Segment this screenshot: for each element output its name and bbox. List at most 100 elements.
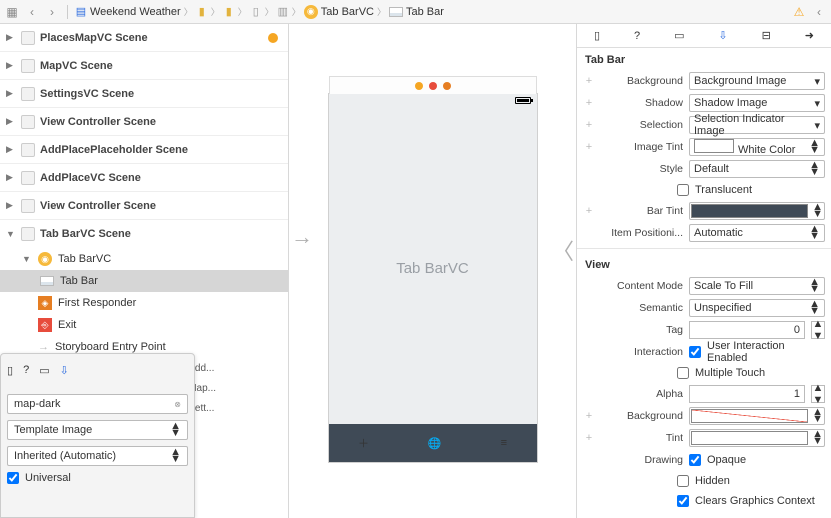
- render-as-select[interactable]: Template Image ▲▼: [7, 420, 188, 440]
- scene-row[interactable]: ▶ MapVC Scene: [0, 52, 288, 80]
- identity-inspector-icon[interactable]: ▭: [674, 29, 684, 42]
- scene-row[interactable]: ▶ AddPlacePlaceholder Scene: [0, 136, 288, 164]
- help-inspector-icon[interactable]: ?: [634, 30, 640, 42]
- opaque-checkbox[interactable]: [689, 454, 701, 466]
- scene-row[interactable]: ▶ AddPlaceVC Scene: [0, 164, 288, 192]
- scene-icon: [21, 115, 35, 129]
- menu-icon[interactable]: ≡: [501, 437, 507, 449]
- scene-icon: [21, 171, 35, 185]
- content-mode-select[interactable]: Scale To Fill ▲▼: [689, 277, 825, 295]
- attributes-inspector-icon[interactable]: ⇩: [718, 29, 727, 42]
- outline-item-tabbar[interactable]: Tab Bar: [0, 270, 288, 292]
- scene-title-bar[interactable]: [329, 76, 537, 94]
- disclosure-icon[interactable]: ▼: [6, 229, 16, 239]
- simulated-device[interactable]: Tab BarVC ＋ 🌐 ≡: [328, 93, 538, 463]
- tint-select[interactable]: ▲▼: [689, 429, 825, 447]
- scene-row-expanded[interactable]: ▼ Tab BarVC Scene: [0, 220, 288, 248]
- scene-row[interactable]: ▶ View Controller Scene: [0, 192, 288, 220]
- stepper[interactable]: ▲▼: [811, 385, 825, 403]
- checkbox[interactable]: [677, 495, 689, 507]
- tabbar-icon: [389, 7, 403, 17]
- add-icon[interactable]: +: [583, 119, 595, 131]
- view-background-select[interactable]: ▲▼: [689, 407, 825, 425]
- size-inspector-icon[interactable]: ⊟: [762, 29, 771, 42]
- file-icon[interactable]: ▯: [7, 364, 13, 377]
- disclosure-icon[interactable]: ▶: [6, 116, 16, 127]
- checkbox[interactable]: [677, 184, 689, 196]
- color-well[interactable]: [691, 409, 808, 423]
- chevron-left-icon[interactable]: ‹: [811, 4, 827, 20]
- dot-icon: [415, 82, 423, 90]
- globe-icon[interactable]: 🌐: [428, 437, 442, 450]
- selection-select[interactable]: Selection Indicator Image ▾: [689, 116, 825, 134]
- disclosure-icon[interactable]: ▶: [6, 88, 16, 99]
- attributes-icon[interactable]: ⇩: [60, 364, 69, 377]
- color-well[interactable]: [694, 139, 734, 153]
- related-items-icon[interactable]: ▦: [4, 4, 20, 20]
- checkbox-label: Clears Graphics Context: [695, 495, 815, 507]
- plus-icon[interactable]: ＋: [358, 435, 369, 451]
- semantic-select[interactable]: Unspecified ▲▼: [689, 299, 825, 317]
- add-icon[interactable]: +: [583, 205, 595, 217]
- shadow-select[interactable]: Shadow Image ▾: [689, 94, 825, 112]
- multiple-touch-checkbox[interactable]: Multiple Touch: [577, 363, 831, 383]
- checkbox[interactable]: [677, 475, 689, 487]
- nav-back-icon[interactable]: ‹: [24, 4, 40, 20]
- imageset-name-field[interactable]: map-dark ⊗: [7, 394, 188, 414]
- tag-input[interactable]: 0: [689, 321, 805, 339]
- color-well[interactable]: [691, 431, 808, 445]
- disclosure-icon[interactable]: ▶: [6, 200, 16, 211]
- add-icon[interactable]: +: [583, 75, 595, 87]
- outline-item-vc[interactable]: ▼ ◉ Tab BarVC: [0, 248, 288, 270]
- disclosure-icon[interactable]: ▶: [6, 144, 16, 155]
- checkbox-label: Multiple Touch: [695, 367, 765, 379]
- scene-row[interactable]: ▶ SettingsVC Scene: [0, 80, 288, 108]
- checkbox[interactable]: [7, 472, 19, 484]
- universal-checkbox[interactable]: Universal: [7, 472, 188, 484]
- background-select[interactable]: Background Image ▾: [689, 72, 825, 90]
- prop-background: + Background Background Image ▾: [577, 70, 831, 92]
- checkbox[interactable]: [677, 367, 689, 379]
- add-icon[interactable]: +: [583, 432, 595, 444]
- help-icon[interactable]: ?: [23, 364, 29, 376]
- translucent-checkbox[interactable]: Translucent: [577, 180, 831, 200]
- scene-row[interactable]: ▶ View Controller Scene: [0, 108, 288, 136]
- select-value: White Color: [738, 144, 795, 156]
- file-inspector-icon[interactable]: ▯: [594, 29, 600, 42]
- scene-row[interactable]: ▶ PlacesMapVC Scene: [0, 24, 288, 52]
- connections-inspector-icon[interactable]: ➜: [805, 29, 814, 42]
- clears-context-checkbox[interactable]: Clears Graphics Context: [577, 491, 831, 511]
- simulated-tabbar[interactable]: ＋ 🌐 ≡: [329, 424, 537, 462]
- storyboard-canvas[interactable]: → Tab BarVC ＋ 🌐 ≡ 〈: [289, 24, 576, 518]
- stepper[interactable]: ▲▼: [811, 321, 825, 339]
- image-tint-select[interactable]: White Color ▲▼: [689, 138, 825, 156]
- add-icon[interactable]: +: [583, 141, 595, 153]
- outline-item-first-responder[interactable]: ◈ First Responder: [0, 292, 288, 314]
- dot-icon: [429, 82, 437, 90]
- color-well[interactable]: [691, 204, 808, 218]
- prop-label: Background: [601, 75, 683, 87]
- first-responder-icon: ◈: [38, 296, 52, 310]
- clear-icon[interactable]: ⊗: [174, 400, 181, 409]
- add-icon[interactable]: +: [583, 410, 595, 422]
- item-positioning-select[interactable]: Automatic ▲▼: [689, 224, 825, 242]
- uie-checkbox[interactable]: [689, 346, 701, 358]
- identity-icon[interactable]: ▭: [39, 364, 49, 377]
- alpha-input[interactable]: 1: [689, 385, 805, 403]
- inherit-select[interactable]: Inherited (Automatic) ▲▼: [7, 446, 188, 466]
- prop-label: Background: [601, 410, 683, 422]
- style-select[interactable]: Default ▲▼: [689, 160, 825, 178]
- nav-forward-icon[interactable]: ›: [44, 4, 60, 20]
- disclosure-icon[interactable]: ▶: [6, 32, 16, 43]
- hidden-checkbox[interactable]: Hidden: [577, 471, 831, 491]
- disclosure-icon[interactable]: ▶: [6, 60, 16, 71]
- disclosure-icon[interactable]: ▼: [22, 254, 32, 264]
- breadcrumb[interactable]: ▤ Weekend Weather 〉 ▮ 〉 ▮ 〉 ▯ 〉 ▥ 〉 ◉ Ta…: [75, 5, 444, 19]
- bar-tint-select[interactable]: ▲▼: [689, 202, 825, 220]
- warning-icon[interactable]: ⚠: [791, 4, 807, 20]
- outline-item-exit[interactable]: ⎆ Exit: [0, 314, 288, 336]
- viewcontroller-icon: ◉: [38, 252, 52, 266]
- crumb-project: Weekend Weather: [90, 6, 181, 18]
- add-icon[interactable]: +: [583, 97, 595, 109]
- disclosure-icon[interactable]: ▶: [6, 172, 16, 183]
